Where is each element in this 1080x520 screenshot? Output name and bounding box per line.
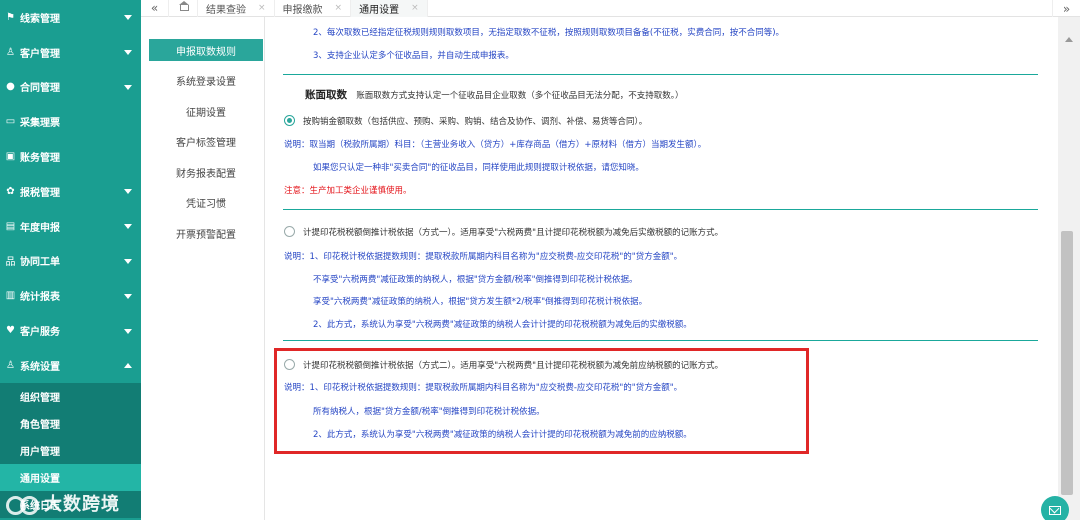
scrollbar-thumb[interactable] (1061, 231, 1073, 495)
sidebar-item-label: 合同管理 (20, 83, 60, 95)
sidebar-item-label: 线索管理 (20, 13, 60, 25)
sidebar-item-service[interactable]: ♥ 客户服务 (0, 313, 141, 348)
submenu-item-roles[interactable]: 角色管理 (0, 410, 141, 437)
scrollbar[interactable] (1058, 17, 1080, 520)
close-icon[interactable]: × (258, 3, 266, 13)
chevron-up-icon (124, 363, 132, 369)
sidebar-item-collect[interactable]: ▭ 采集理票 (0, 104, 141, 139)
chevron-down-icon (124, 258, 132, 264)
highlight-box (274, 348, 809, 454)
nav-invoice-warning[interactable]: 开票预警配置 (149, 222, 263, 244)
divider (283, 340, 1038, 341)
tab-bar: « 结果查验 × 申报缴款 × 通用设置 × » (141, 0, 1080, 17)
sidebar-item-system[interactable]: ♙ 系统设置 (0, 348, 141, 383)
submenu-item-users[interactable]: 用户管理 (0, 437, 141, 464)
chevron-down-icon (124, 293, 132, 299)
nav-declare-rules[interactable]: 申报取数规则 (149, 39, 263, 61)
sidebar-item-label: 系统设置 (20, 361, 60, 373)
nav-financial-reports[interactable]: 财务报表配置 (149, 161, 263, 183)
contract-icon: ● (6, 81, 15, 93)
settings-nav: 申报取数规则 系统登录设置 征期设置 客户标签管理 财务报表配置 凭证习惯 开票… (141, 17, 265, 520)
option-2-desc-2: 不享受"六税两费"减征政策的纳税人，根据"贷方金额/税率"倒推得到印花税计税依据… (313, 275, 638, 285)
report-icon: ▤ (5, 220, 16, 232)
scroll-up-icon[interactable] (1065, 37, 1073, 42)
org-icon: 品 (5, 257, 16, 269)
sidebar-item-label: 客户管理 (20, 48, 60, 60)
tabs-next-button[interactable]: » (1052, 0, 1080, 17)
tab-result-check[interactable]: 结果查验 × (198, 0, 275, 17)
divider (283, 209, 1038, 210)
tabs-prev-button[interactable]: « (141, 0, 169, 17)
sidebar-item-tax[interactable]: ✿ 报税管理 (0, 174, 141, 209)
sidebar-item-annual[interactable]: ▤ 年度申报 (0, 209, 141, 244)
section-desc: 账面取数方式支持认定一个征收品目企业取数（多个征收品目无法分配，不支持取数。） (356, 91, 684, 101)
sidebar-item-label: 账务管理 (20, 153, 60, 165)
chevron-down-icon (124, 15, 132, 21)
tab-label: 申报缴款 (282, 4, 323, 16)
option-2-desc-3: 享受"六税两费"减征政策的纳税人，根据"贷方发生额*2/税率"倒推得到印花税计税… (313, 297, 648, 307)
card-icon: ▭ (5, 116, 16, 128)
tab-label: 结果查验 (206, 4, 246, 16)
sidebar-item-label: 报税管理 (20, 187, 60, 199)
bar-chart-icon: ▥ (5, 290, 16, 302)
chevron-down-icon (124, 189, 132, 195)
sidebar-item-label: 年度申报 (20, 222, 60, 234)
top-note-line-2: 3、支持企业认定多个征收品目，并自动生成申报表。 (313, 51, 514, 61)
option-2-label[interactable]: 计提印花税税额倒推计税依据（方式一）。适用享受"六税两费"且计提印花税税额为减免… (303, 226, 723, 238)
sidebar-item-label: 协同工单 (20, 257, 60, 269)
sidebar-item-accounts[interactable]: ▣ 账务管理 (0, 139, 141, 174)
tab-label: 通用设置 (359, 4, 400, 16)
heart-icon: ♥ (6, 325, 15, 337)
section-title: 账面取数 (305, 89, 347, 101)
option-1-desc-2: 如果您只认定一种非"买卖合同"的征收品目，同样使用此规则提取计税依据，请您知晓。 (313, 163, 644, 173)
watermark: 大数跨境 (4, 490, 120, 516)
option-1-note: 注意：生产加工类企业谨慎使用。 (284, 186, 412, 196)
chevron-down-icon (124, 50, 132, 56)
nav-login-settings[interactable]: 系统登录设置 (149, 70, 263, 92)
user-icon: ♙ (6, 46, 15, 58)
nav-voucher-habits[interactable]: 凭证习惯 (149, 192, 263, 214)
flag-icon: ⚑ (6, 11, 15, 23)
divider (283, 74, 1038, 75)
nav-period-settings[interactable]: 征期设置 (149, 100, 263, 122)
submenu-item-general[interactable]: 通用设置 (0, 463, 141, 491)
tax-icon: ✿ (6, 185, 15, 197)
option-1-label[interactable]: 按购销金额取数（包括供应、预购、采购、购销、结合及协作、调剂、补偿、易货等合同）… (303, 115, 647, 127)
person-icon: ♙ (6, 359, 15, 371)
sidebar-item-leads[interactable]: ⚑ 线索管理 (0, 0, 141, 35)
sidebar-item-workorder[interactable]: 品 协同工单 (0, 244, 141, 279)
home-icon (178, 1, 189, 12)
sidebar: ⚑ 线索管理 ♙ 客户管理 ● 合同管理 ▭ 采集理票 ▣ 账务管理 ✿ 报税管… (0, 0, 141, 520)
sidebar-item-label: 采集理票 (20, 118, 60, 130)
ledger-icon: ▣ (5, 151, 16, 163)
option-2-desc-1: 说明：1、印花税计税依据提数规则：提取税款所属期内科目名称为"应交税费-应交印花… (284, 252, 683, 262)
sidebar-item-customers[interactable]: ♙ 客户管理 (0, 35, 141, 70)
sidebar-item-label: 客户服务 (20, 327, 60, 339)
option-2-radio[interactable] (284, 226, 295, 237)
sidebar-item-stats[interactable]: ▥ 统计报表 (0, 278, 141, 313)
section-header: 账面取数 账面取数方式支持认定一个征收品目企业取数（多个征收品目无法分配，不支持… (305, 87, 683, 102)
tab-declare-pay[interactable]: 申报缴款 × (275, 0, 352, 17)
mail-icon (1049, 505, 1061, 515)
close-icon[interactable]: × (411, 3, 419, 13)
submenu-item-org[interactable]: 组织管理 (0, 383, 141, 410)
sidebar-item-contracts[interactable]: ● 合同管理 (0, 70, 141, 105)
chevron-down-icon (124, 328, 132, 334)
option-1-desc-1: 说明：取当期（税款所属期）科目：（主营业务收入（贷方）+库存商品（借方）+原材料… (284, 140, 707, 150)
chevron-down-icon (124, 84, 132, 90)
content-panel: 2、每次取数已经指定征税规则规则取数项目，无指定取数不征税，按照规则取数项目备备… (265, 17, 1058, 520)
option-1-radio[interactable] (284, 115, 295, 126)
nav-customer-tags[interactable]: 客户标签管理 (149, 131, 263, 153)
message-button[interactable] (1041, 496, 1069, 520)
top-note-line-1: 2、每次取数已经指定征税规则规则取数项目，无指定取数不征税，按照规则取数项目备备… (313, 28, 785, 38)
watermark-text: 大数跨境 (44, 494, 120, 515)
logo-icon (4, 493, 44, 515)
chevron-down-icon (124, 224, 132, 230)
home-tab[interactable] (169, 0, 198, 17)
sidebar-item-label: 统计报表 (20, 292, 60, 304)
option-2-desc-4: 2、此方式，系统认为享受"六税两费"减征政策的纳税人会计计提的印花税税额为减免后… (313, 320, 692, 330)
close-icon[interactable]: × (335, 3, 343, 13)
tab-general-settings[interactable]: 通用设置 × (351, 0, 428, 17)
